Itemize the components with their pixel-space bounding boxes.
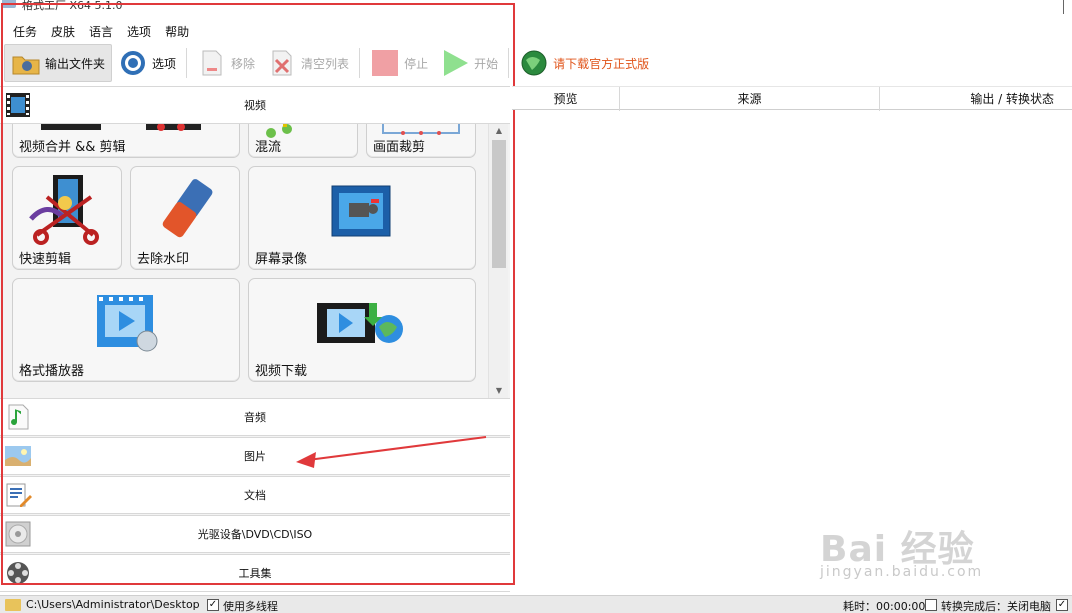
- stop-icon: [370, 48, 400, 78]
- tile-screen-record[interactable]: 屏幕录像: [248, 166, 476, 270]
- screen-record-icon: [331, 185, 391, 237]
- shutdown-checkbox[interactable]: ✓: [1056, 599, 1068, 611]
- tile-crop[interactable]: 画面裁剪: [366, 124, 476, 158]
- film-strip-icon: [4, 91, 32, 119]
- menu-language[interactable]: 语言: [82, 20, 120, 42]
- scroll-up-arrow-icon[interactable]: ▲: [489, 124, 509, 138]
- category-image-label: 图片: [244, 450, 266, 463]
- column-output-status[interactable]: 输出 / 转换状态: [880, 87, 1072, 111]
- video-tools-scroll-area: 视频合并 && 剪辑 混流 画面裁剪 快速剪辑 去除水印 屏幕录像 格式播放器 …: [0, 124, 510, 398]
- multithread-checkbox[interactable]: ✓: [207, 599, 219, 611]
- scroll-thumb[interactable]: [492, 140, 506, 268]
- toolbar: 输出文件夹 选项 移除 清空列表 停止 开始 请下载官方正式版: [4, 43, 1072, 83]
- menu-skin[interactable]: 皮肤: [44, 20, 82, 42]
- annotation-arrow-icon: [296, 436, 487, 468]
- film-reel-tools-icon: [4, 559, 32, 587]
- tile-video-download[interactable]: 视频下载: [248, 278, 476, 382]
- category-video-header[interactable]: 视频: [0, 86, 510, 124]
- category-disc-header[interactable]: 光驱设备\DVD\CD\ISO: [0, 515, 510, 553]
- globe-icon: [519, 48, 549, 78]
- status-bar: C:\Users\Administrator\Desktop ✓ 使用多线程 耗…: [0, 595, 1072, 613]
- clear-list-label: 清空列表: [301, 56, 350, 71]
- player-icon: [95, 293, 159, 353]
- remove-document-icon: [197, 48, 227, 78]
- stop-label: 停止: [404, 56, 429, 71]
- after-convert-checkbox[interactable]: [925, 599, 937, 611]
- menu-options[interactable]: 选项: [120, 20, 158, 42]
- download-official-link[interactable]: 请下载官方正式版: [513, 44, 655, 82]
- start-label: 开始: [474, 56, 499, 71]
- tiles-scrollbar[interactable]: ▲ ▼: [488, 124, 508, 398]
- options-label: 选项: [152, 56, 177, 71]
- watermark-url-text: jingyan.baidu.com: [820, 564, 984, 580]
- remove-label: 移除: [231, 56, 256, 71]
- app-logo-icon: [2, 0, 16, 8]
- format-factory-window: 格式工厂 X64 5.1.0 任务 皮肤 语言 选项 帮助 输出文件夹 选项 移…: [0, 0, 1072, 613]
- after-convert-label: 转换完成后：关闭电脑: [941, 600, 1051, 613]
- multithread-label: 使用多线程: [223, 600, 278, 613]
- tile-remove-watermark[interactable]: 去除水印: [130, 166, 240, 270]
- tile-quick-cut-label: 快速剪辑: [19, 252, 72, 267]
- folder-icon: [11, 48, 41, 78]
- options-button[interactable]: 选项: [112, 44, 182, 82]
- tile-format-player[interactable]: 格式播放器: [12, 278, 240, 382]
- tile-format-player-label: 格式播放器: [19, 364, 85, 379]
- music-note-icon: [4, 403, 32, 431]
- category-document-header[interactable]: 文档: [0, 476, 510, 514]
- tile-video-merge[interactable]: 视频合并 && 剪辑: [12, 124, 240, 158]
- elapsed-time: 耗时：00:00:00: [843, 600, 926, 613]
- clear-list-button[interactable]: 清空列表: [261, 44, 355, 82]
- tile-mux[interactable]: 混流: [248, 124, 358, 158]
- tile-quick-cut[interactable]: 快速剪辑: [12, 166, 122, 270]
- video-merge-icon: [41, 124, 201, 133]
- remove-button[interactable]: 移除: [191, 44, 261, 82]
- baidu-watermark: Bai 经验 jingyan.baidu.com: [820, 520, 1040, 590]
- tile-video-merge-label: 视频合并 && 剪辑: [19, 140, 126, 155]
- category-tools-label: 工具集: [238, 567, 272, 580]
- video-download-icon: [315, 299, 411, 347]
- tile-mux-label: 混流: [255, 140, 282, 155]
- picture-icon: [4, 442, 32, 470]
- tile-crop-label: 画面裁剪: [373, 140, 426, 155]
- start-button[interactable]: 开始: [434, 44, 504, 82]
- quick-cut-scissors-icon: [27, 175, 107, 247]
- window-title: 格式工厂 X64 5.1.0: [22, 0, 123, 12]
- title-bar: 格式工厂 X64 5.1.0: [0, 0, 1072, 18]
- output-folder-button[interactable]: 输出文件夹: [4, 44, 113, 82]
- crop-frame-icon: [381, 124, 461, 135]
- disc-drive-icon: [4, 520, 32, 548]
- options-gear-icon: [118, 48, 148, 78]
- window-edge: [1063, 0, 1064, 14]
- play-icon: [440, 48, 470, 78]
- menu-task[interactable]: 任务: [6, 20, 44, 42]
- toolbar-separator: [186, 48, 188, 78]
- eraser-icon: [159, 177, 215, 241]
- output-path: C:\Users\Administrator\Desktop: [26, 598, 200, 611]
- category-video-label: 视频: [244, 99, 266, 112]
- download-official-label: 请下载官方正式版: [553, 56, 650, 71]
- menu-help[interactable]: 帮助: [158, 20, 196, 42]
- category-tools-header[interactable]: 工具集: [0, 554, 510, 592]
- tile-remove-watermark-label: 去除水印: [137, 252, 190, 267]
- category-audio-label: 音频: [244, 411, 266, 424]
- menu-bar: 任务 皮肤 语言 选项 帮助: [6, 20, 196, 42]
- file-list-header: 预览 来源 输出 / 转换状态: [512, 86, 1072, 111]
- toolbar-separator: [508, 48, 510, 78]
- category-panel: 视频 视频合并 && 剪辑 混流 画面裁剪 快速剪辑 去除水印 屏幕录像 格式播…: [0, 86, 510, 592]
- category-document-label: 文档: [244, 489, 266, 502]
- output-folder-label: 输出文件夹: [45, 56, 106, 71]
- clear-list-icon: [267, 48, 297, 78]
- document-pencil-icon: [4, 481, 32, 509]
- stop-button[interactable]: 停止: [364, 44, 434, 82]
- column-preview[interactable]: 预览: [512, 87, 620, 111]
- tile-video-download-label: 视频下载: [255, 364, 308, 379]
- scroll-down-arrow-icon[interactable]: ▼: [489, 384, 509, 398]
- column-source[interactable]: 来源: [620, 87, 880, 111]
- toolbar-separator: [359, 48, 361, 78]
- category-disc-label: 光驱设备\DVD\CD\ISO: [197, 528, 313, 541]
- folder-icon[interactable]: [5, 599, 21, 611]
- tile-screen-record-label: 屏幕录像: [255, 252, 308, 267]
